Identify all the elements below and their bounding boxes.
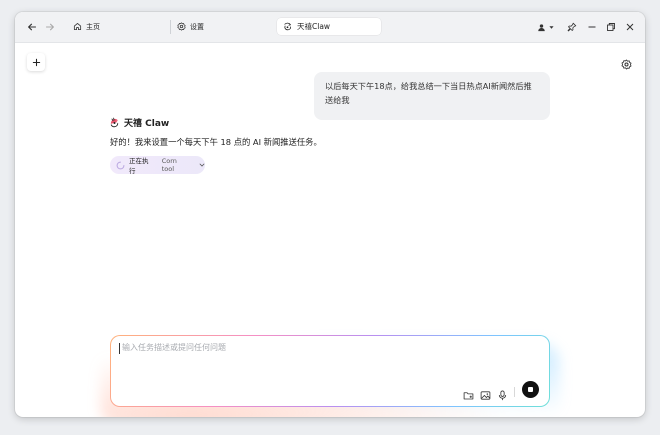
stop-icon [527, 386, 534, 393]
user-message-bubble: 以后每天下午18点，给我总结一下当日热点AI新闻然后推送给我 [314, 72, 550, 120]
input-divider [514, 387, 515, 397]
back-arrow-icon[interactable] [25, 20, 39, 34]
chat-input-box [110, 335, 550, 407]
tab-claw-active[interactable]: 天禧Claw [277, 18, 381, 35]
user-menu[interactable] [537, 20, 554, 34]
claw-logo-icon [109, 117, 120, 128]
close-icon[interactable] [624, 21, 636, 33]
plus-icon [32, 58, 41, 67]
chevron-down-icon [199, 162, 205, 168]
tab-divider [170, 20, 171, 34]
bot-name-label: 天禧 Claw [124, 119, 170, 129]
tab-home[interactable]: 主页 [73, 20, 100, 34]
pin-icon[interactable] [566, 21, 578, 33]
claw-logo-icon [283, 22, 292, 31]
home-icon [73, 22, 82, 33]
active-tab-title: 天禧Claw [297, 22, 331, 31]
stop-button[interactable] [522, 381, 539, 398]
bot-header: 天禧 Claw [109, 116, 169, 129]
tool-execution-pill[interactable]: 正在执行 Corn tool [110, 156, 205, 175]
exec-status-label: 正在执行 [129, 157, 149, 175]
minimize-icon[interactable] [586, 21, 598, 33]
tab-settings-label: 设置 [190, 23, 204, 31]
chat-input[interactable] [119, 343, 522, 352]
settings-gear-icon[interactable] [621, 55, 633, 70]
image-icon[interactable] [480, 386, 491, 400]
user-icon [537, 23, 546, 32]
tab-settings[interactable]: 设置 [177, 20, 204, 34]
spinner-icon [116, 161, 125, 170]
gear-icon [177, 21, 186, 33]
bot-message-text: 好的！我来设置一个每天下午 18 点的 AI 新闻推送任务。 [110, 137, 322, 147]
forward-arrow-icon[interactable] [43, 20, 57, 34]
tab-home-label: 主页 [86, 23, 100, 31]
exec-tool-label: Corn tool [161, 157, 177, 173]
chevron-down-icon [549, 25, 554, 30]
maximize-icon[interactable] [605, 21, 617, 33]
mic-icon[interactable] [497, 386, 508, 401]
folder-icon[interactable] [463, 386, 474, 400]
title-bar: 主页 设置 天禧Claw [15, 12, 645, 43]
app-window: 主页 设置 天禧Claw 以后每天下午18点，给我总结一下当日热点AI新闻然后推… [15, 12, 645, 417]
new-chat-button[interactable] [27, 53, 45, 71]
